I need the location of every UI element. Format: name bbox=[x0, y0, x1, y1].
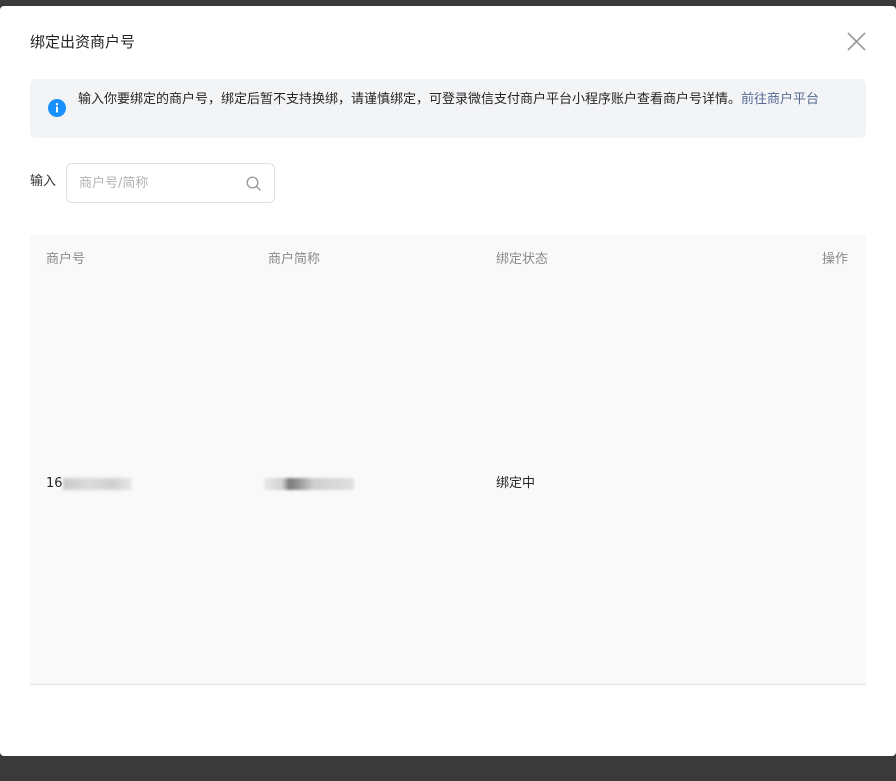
column-header-action: 操作 bbox=[822, 252, 849, 267]
notice-text: 输入你要绑定的商户号，绑定后暂不支持换绑，请谨慎绑定，可登录微信支付商户平台小程… bbox=[78, 90, 854, 109]
info-icon bbox=[48, 99, 66, 117]
column-header-merchant-id: 商户号 bbox=[46, 252, 86, 267]
close-icon bbox=[847, 32, 866, 51]
merchant-table: 商户号 商户简称 绑定状态 操作 16 绑定中 bbox=[30, 235, 866, 685]
redacted-merchant-id bbox=[62, 477, 131, 490]
redacted-short-name bbox=[264, 477, 354, 490]
search-label: 输入 bbox=[30, 174, 57, 189]
merchant-id-value: 16 bbox=[46, 476, 63, 491]
search-box[interactable] bbox=[66, 163, 275, 203]
merchant-platform-link[interactable]: 前往商户平台 bbox=[741, 92, 819, 107]
bind-merchant-dialog: 绑定出资商户号 输入你要绑定的商户号，绑定后暂不支持换绑，请谨慎绑定，可登录微信… bbox=[0, 6, 896, 756]
column-header-bind-status: 绑定状态 bbox=[496, 252, 549, 267]
notice-message: 输入你要绑定的商户号，绑定后暂不支持换绑，请谨慎绑定，可登录微信支付商户平台小程… bbox=[78, 92, 742, 107]
cell-merchant-id: 16 bbox=[46, 474, 131, 494]
dialog-title: 绑定出资商户号 bbox=[30, 33, 136, 51]
cell-short-name bbox=[264, 474, 354, 494]
search-input[interactable] bbox=[79, 172, 239, 194]
close-button[interactable] bbox=[842, 28, 870, 56]
notice-banner: 输入你要绑定的商户号，绑定后暂不支持换绑，请谨慎绑定，可登录微信支付商户平台小程… bbox=[30, 79, 866, 138]
cell-bind-status: 绑定中 bbox=[496, 476, 536, 491]
column-header-short-name: 商户简称 bbox=[268, 252, 321, 267]
search-icon[interactable] bbox=[245, 175, 263, 193]
